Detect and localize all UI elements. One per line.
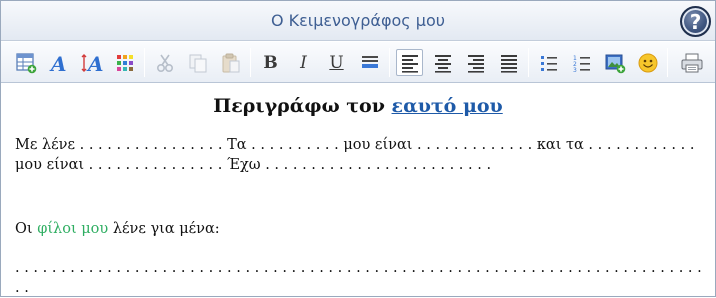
bold-glyph: B xyxy=(263,52,278,73)
cut-icon[interactable] xyxy=(151,49,178,76)
italic-icon[interactable]: I xyxy=(290,49,317,76)
toolbar-separator xyxy=(389,48,390,77)
align-justify-icon[interactable] xyxy=(495,49,522,76)
underline-icon[interactable]: U xyxy=(323,49,350,76)
editor-window: Ο Κειμενογράφος μου ? A A B I U 1 2 3 Πε… xyxy=(0,0,716,297)
numbered-list-icon[interactable]: 1 2 3 xyxy=(568,49,595,76)
window-title: Ο Κειμενογράφος μου xyxy=(270,11,445,30)
align-center-icon[interactable] xyxy=(429,49,456,76)
friends-highlight: φίλοι μου xyxy=(37,221,109,237)
document-area[interactable]: Περιγράφω τον εαυτό μου Με λένε . . . . … xyxy=(1,84,715,296)
svg-text:A: A xyxy=(49,52,67,74)
formatting-toolbar: A A B I U 1 2 3 xyxy=(1,42,715,83)
toolbar-separator xyxy=(144,48,145,77)
heading-link[interactable]: εαυτό μου xyxy=(392,95,503,117)
toolbar-separator xyxy=(528,48,529,77)
friends-prefix: Οι xyxy=(15,221,38,237)
bullet-list-icon[interactable] xyxy=(535,49,562,76)
svg-text:A: A xyxy=(86,52,103,74)
svg-text:3: 3 xyxy=(573,67,577,74)
friends-suffix: λένε για μένα: xyxy=(108,221,220,237)
help-button[interactable]: ? xyxy=(680,6,711,37)
insert-image-icon[interactable] xyxy=(601,49,628,76)
font-style-icon[interactable]: A xyxy=(45,49,72,76)
title-bar: Ο Κειμενογράφος μου ? xyxy=(1,1,715,41)
color-palette-icon[interactable] xyxy=(111,49,138,76)
friends-line: Οι φίλοι μου λένε για μένα: xyxy=(15,219,705,239)
bold-icon[interactable]: B xyxy=(257,49,284,76)
underline-glyph: U xyxy=(329,52,344,73)
align-right-icon[interactable] xyxy=(462,49,489,76)
highlight-icon[interactable] xyxy=(356,49,383,76)
paste-icon[interactable] xyxy=(217,49,244,76)
intro-line-2: μου είναι . . . . . . . . . . . . . . . … xyxy=(15,157,492,173)
dotted-fill-line: . . . . . . . . . . . . . . . . . . . . … xyxy=(15,260,702,296)
print-icon[interactable] xyxy=(678,49,705,76)
insert-table-icon[interactable] xyxy=(12,49,39,76)
toolbar-separator xyxy=(250,48,251,77)
font-size-icon[interactable]: A xyxy=(78,49,105,76)
italic-glyph: I xyxy=(300,52,307,73)
smiley-icon[interactable] xyxy=(634,49,661,76)
intro-line-1: Με λένε . . . . . . . . . . . . . . . . … xyxy=(15,137,695,153)
heading-text: Περιγράφω τον xyxy=(213,95,392,117)
document-heading: Περιγράφω τον εαυτό μου xyxy=(1,95,715,117)
toolbar-separator xyxy=(667,48,668,77)
copy-icon[interactable] xyxy=(184,49,211,76)
align-left-icon[interactable] xyxy=(396,49,423,76)
paragraph-intro: Με λένε . . . . . . . . . . . . . . . . … xyxy=(15,135,705,175)
